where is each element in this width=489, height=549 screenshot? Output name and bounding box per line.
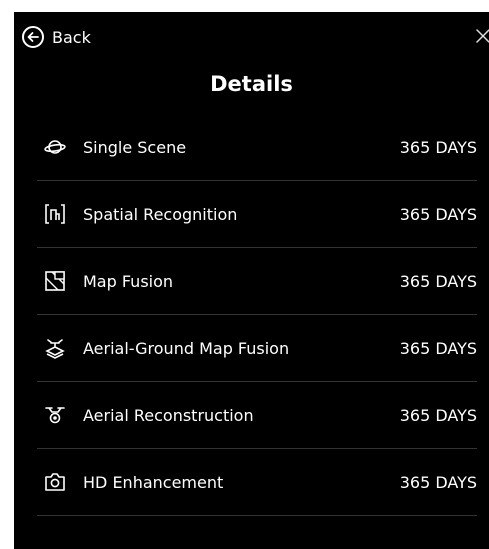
back-label: Back: [52, 27, 91, 47]
planet-icon: [43, 135, 67, 159]
item-value: 365 DAYS: [399, 204, 477, 224]
details-list: Single Scene 365 DAYS Spatial Recognitio…: [37, 114, 477, 516]
page-title: Details: [210, 72, 293, 96]
list-item-spatial-recognition: Spatial Recognition 365 DAYS: [37, 181, 477, 248]
item-label: Aerial-Ground Map Fusion: [83, 338, 290, 358]
list-item-hd-enhancement: HD Enhancement 365 DAYS: [37, 449, 477, 516]
list-item-aerial-ground-map-fusion: Aerial-Ground Map Fusion 365 DAYS: [37, 315, 477, 382]
back-button[interactable]: Back: [22, 26, 91, 48]
details-panel: Back Details Single Scene 365 DAYS Spati…: [14, 12, 489, 549]
aerial-ground-icon: [43, 336, 67, 360]
item-label: Aerial Reconstruction: [83, 405, 254, 425]
list-item-aerial-reconstruction: Aerial Reconstruction 365 DAYS: [37, 382, 477, 449]
drone-icon: [43, 403, 67, 427]
item-value: 365 DAYS: [399, 472, 477, 492]
list-item-map-fusion: Map Fusion 365 DAYS: [37, 248, 477, 315]
item-value: 365 DAYS: [399, 338, 477, 358]
back-arrow-icon: [22, 26, 44, 48]
item-label: HD Enhancement: [83, 472, 224, 492]
item-label: Map Fusion: [83, 271, 174, 291]
close-button[interactable]: [475, 28, 489, 44]
item-value: 365 DAYS: [399, 405, 477, 425]
item-label: Single Scene: [83, 137, 187, 157]
close-icon: [476, 29, 489, 43]
item-label: Spatial Recognition: [83, 204, 238, 224]
camera-icon: [43, 470, 67, 494]
list-item-single-scene: Single Scene 365 DAYS: [37, 114, 477, 181]
item-value: 365 DAYS: [399, 137, 477, 157]
map-fusion-icon: [43, 269, 67, 293]
item-value: 365 DAYS: [399, 271, 477, 291]
spatial-recognition-icon: [43, 202, 67, 226]
